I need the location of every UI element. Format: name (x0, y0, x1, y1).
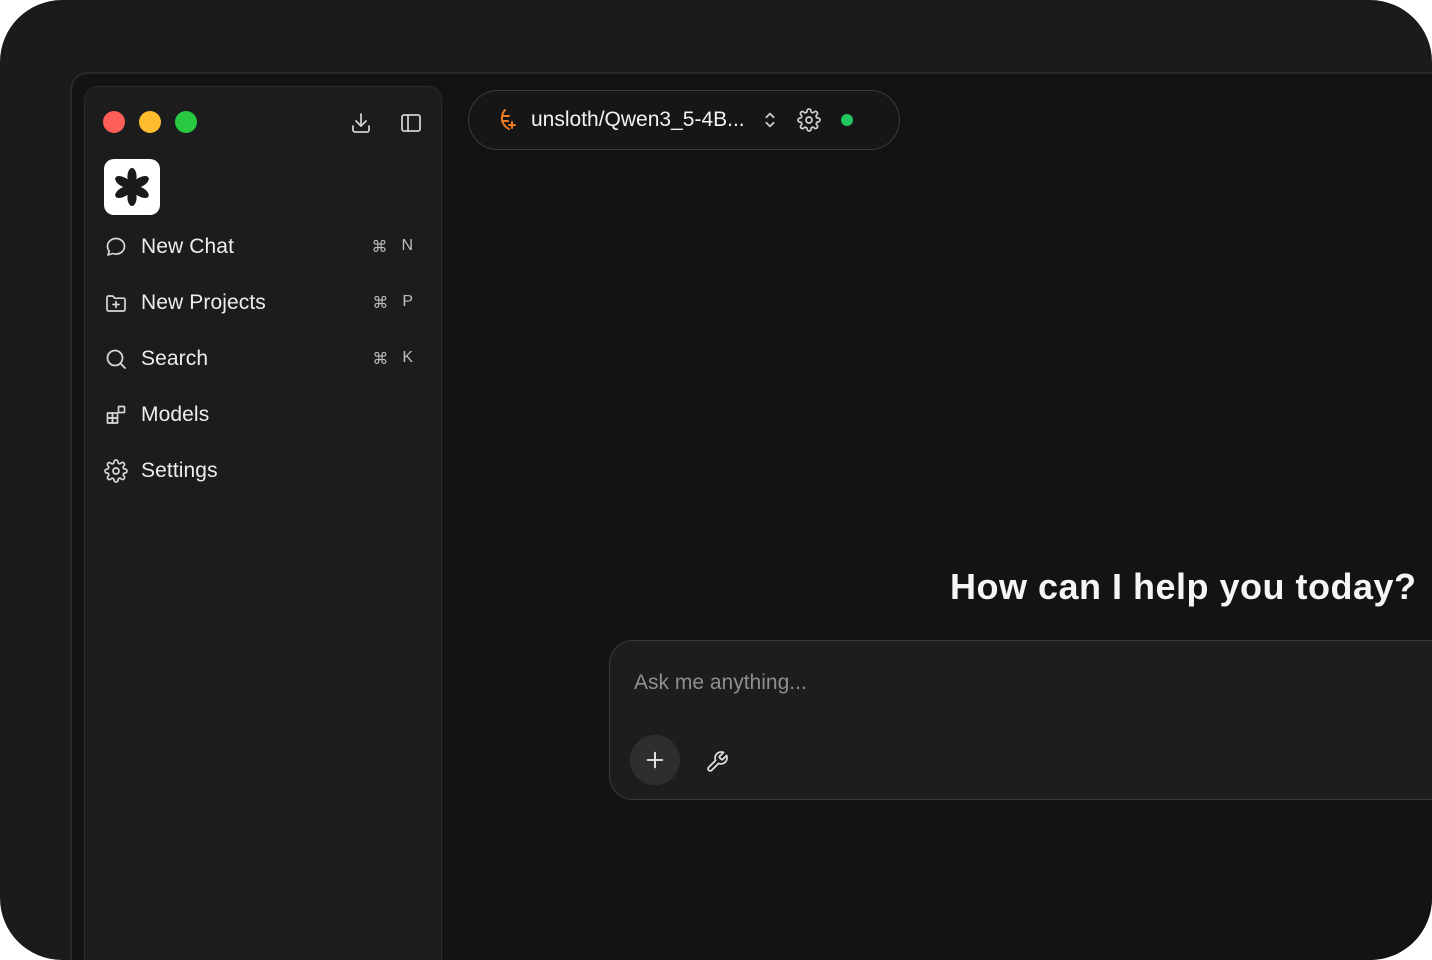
download-button[interactable] (347, 109, 375, 137)
tools-button[interactable] (704, 749, 730, 775)
sidebar-item-search[interactable]: Search ⌘ K (85, 331, 441, 387)
message-input[interactable] (634, 667, 1394, 699)
sidebar-toggle-button[interactable] (397, 109, 425, 137)
keyboard-shortcut: ⌘ P (372, 293, 413, 313)
keyboard-shortcut: ⌘ K (372, 349, 413, 369)
sidebar-item-label: Models (141, 403, 210, 426)
download-icon (352, 113, 370, 133)
message-composer (609, 640, 1432, 800)
sloth-icon (501, 109, 516, 130)
chevron-up-down-icon[interactable] (759, 109, 781, 131)
search-icon (106, 349, 126, 369)
model-selector[interactable]: unsloth/Qwen3_5-4B... (468, 90, 900, 150)
shortcut-key: N (401, 237, 413, 254)
sidebar-item-label: New Chat (141, 235, 235, 258)
model-status-indicator (840, 114, 853, 126)
sidebar-item-new-projects[interactable]: New Projects ⌘ P (85, 275, 441, 331)
shortcut-modifier: ⌘ (371, 239, 388, 256)
chat-bubble-icon (106, 237, 126, 256)
gear-icon (104, 459, 128, 483)
sidebar-item-settings[interactable]: Settings (85, 443, 441, 499)
shortcut-key: P (402, 293, 413, 310)
sidebar-toggle-icon (401, 114, 421, 132)
plus-icon (646, 751, 664, 769)
model-name: unsloth/Qwen3_5-4B... (531, 108, 745, 131)
shortcut-modifier: ⌘ (372, 295, 389, 312)
app-window: New Chat ⌘ N New Projects ⌘ P Search ⌘ K… (70, 72, 1432, 960)
close-window-button[interactable] (103, 111, 125, 133)
window-controls (103, 111, 197, 133)
folder-plus-icon (106, 295, 126, 312)
sidebar-item-label: Search (141, 347, 209, 370)
sidebar-item-label: Settings (141, 459, 218, 482)
blocks-icon (106, 405, 126, 424)
app-logo[interactable] (104, 159, 160, 215)
model-settings-gear-icon[interactable] (796, 108, 821, 132)
keyboard-shortcut: ⌘ N (371, 237, 413, 257)
asterisk-logo-icon (115, 168, 149, 206)
device-frame: New Chat ⌘ N New Projects ⌘ P Search ⌘ K… (0, 0, 1432, 960)
minimize-window-button[interactable] (139, 111, 161, 133)
shortcut-key: K (402, 349, 413, 366)
wrench-icon (707, 751, 728, 772)
greeting-heading: How can I help you today? (950, 566, 1417, 607)
sidebar-item-new-chat[interactable]: New Chat ⌘ N (85, 219, 441, 275)
sidebar-item-models[interactable]: Models (85, 387, 441, 443)
sidebar-nav: New Chat ⌘ N New Projects ⌘ P Search ⌘ K… (85, 219, 441, 499)
sidebar-item-label: New Projects (141, 291, 266, 314)
shortcut-modifier: ⌘ (372, 351, 389, 368)
sidebar: New Chat ⌘ N New Projects ⌘ P Search ⌘ K… (84, 86, 442, 960)
add-attachment-button[interactable] (630, 735, 680, 785)
zoom-window-button[interactable] (175, 111, 197, 133)
